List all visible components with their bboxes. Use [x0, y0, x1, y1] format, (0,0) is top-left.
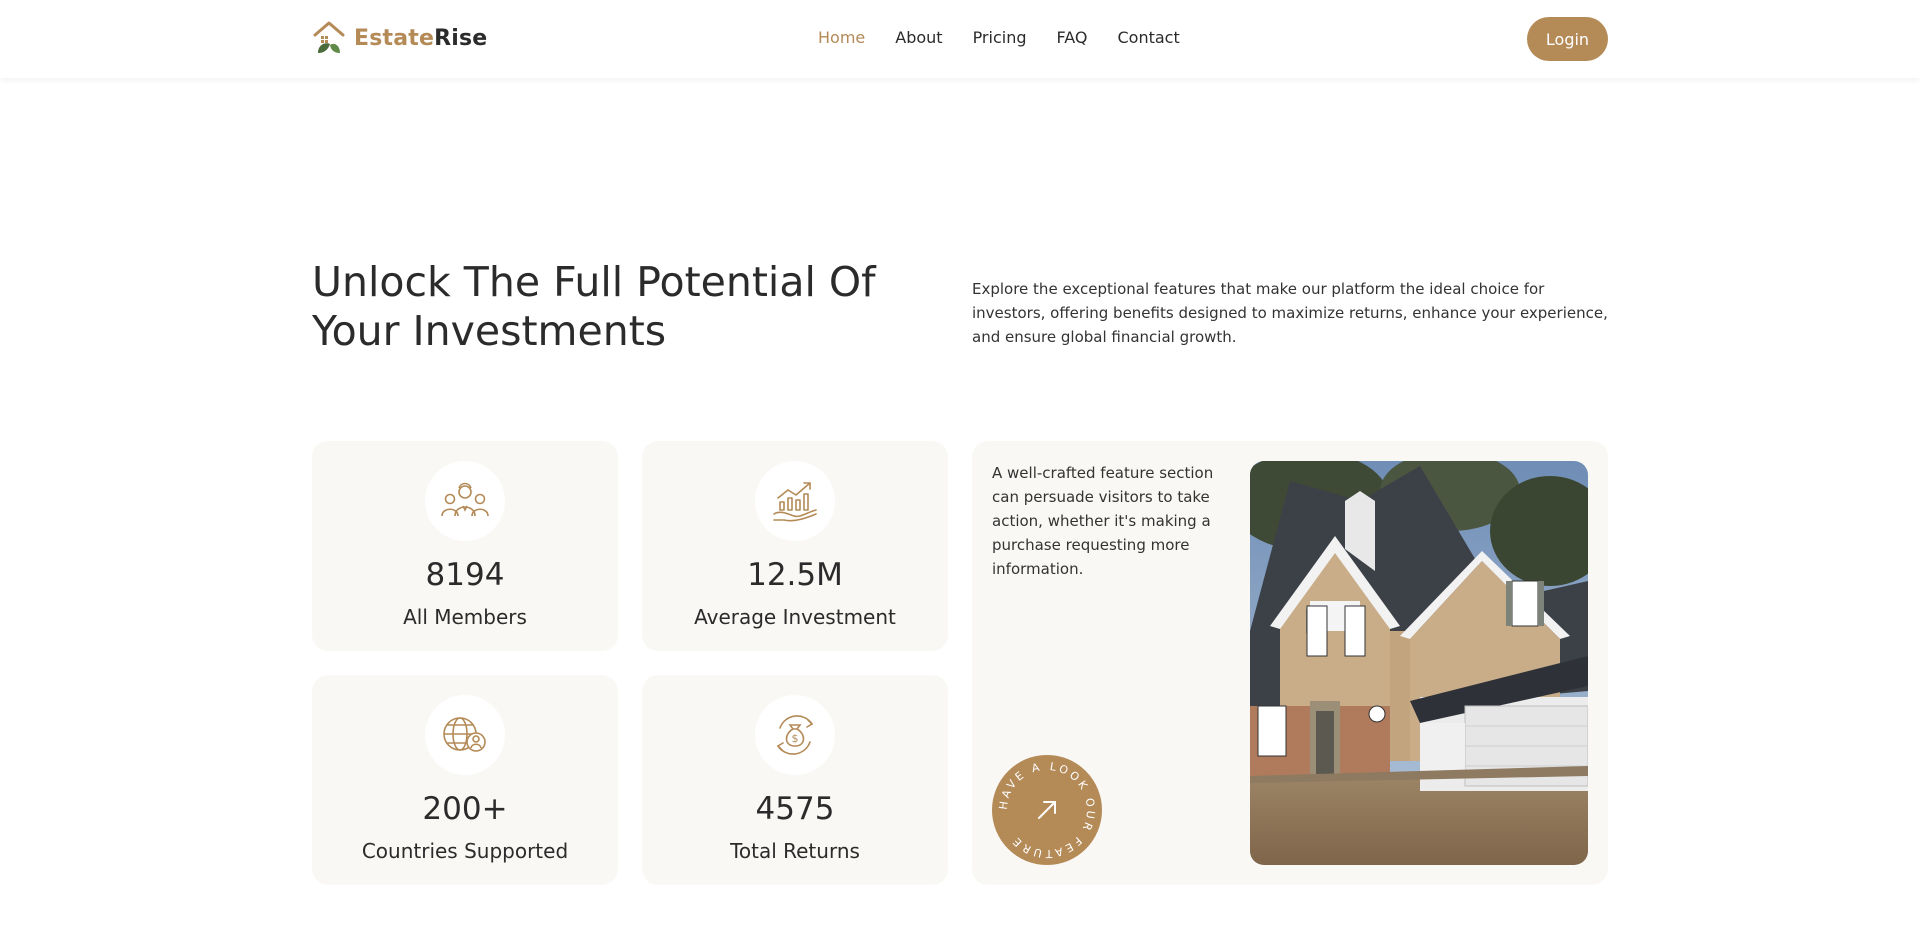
logo[interactable]: EstateRise	[312, 20, 487, 56]
feature-description: A well-crafted feature section can persu…	[992, 464, 1214, 578]
stat-label: Average Investment	[694, 605, 896, 629]
stat-card-returns: $ 4575 Total Returns	[642, 675, 948, 885]
stat-card-investment: 12.5M Average Investment	[642, 441, 948, 651]
stat-value: 4575	[755, 791, 835, 827]
hero-description: Explore the exceptional features that ma…	[972, 280, 1608, 346]
arrow-up-right-icon	[1038, 801, 1056, 819]
money-bag-icon: $	[776, 715, 814, 755]
stat-icon-circle: $	[755, 695, 835, 775]
brand-name: EstateRise	[354, 25, 488, 51]
hero-title: Unlock The Full Potential Of Your Invest…	[312, 258, 876, 355]
investment-growth-icon	[773, 482, 817, 522]
stat-card-countries: 200+ Countries Supported	[312, 675, 618, 885]
nav-contact[interactable]: Contact	[1118, 28, 1180, 47]
nav-pricing[interactable]: Pricing	[973, 28, 1027, 47]
nav-about[interactable]: About	[895, 28, 942, 47]
nav-home[interactable]: Home	[818, 28, 865, 47]
house-photo	[1250, 461, 1588, 865]
nav-faq[interactable]: FAQ	[1057, 28, 1088, 47]
feature-card: A well-crafted feature section can persu…	[972, 441, 1608, 885]
stat-icon-circle	[425, 461, 505, 541]
stat-label: Total Returns	[730, 839, 860, 863]
stat-value: 200+	[422, 791, 508, 827]
stat-label: All Members	[403, 605, 527, 629]
stat-value: 12.5M	[747, 557, 843, 593]
stat-value: 8194	[425, 557, 505, 593]
main-nav: Home About Pricing FAQ Contact	[818, 28, 1180, 47]
stat-card-members: 8194 All Members	[312, 441, 618, 651]
stat-icon-circle	[425, 695, 505, 775]
stat-icon-circle	[755, 461, 835, 541]
members-icon	[441, 482, 489, 517]
navbar: EstateRise Home About Pricing FAQ Contac…	[0, 0, 1920, 78]
stat-label: Countries Supported	[361, 839, 569, 863]
svg-text:$: $	[792, 732, 799, 745]
look-features-button[interactable]: HAVE A LOOK OUR FEATURE	[992, 755, 1102, 865]
circular-text-badge: HAVE A LOOK OUR FEATURE	[997, 760, 1095, 860]
globe-user-icon	[443, 717, 486, 752]
house-leaf-logo-icon	[313, 21, 345, 53]
login-button[interactable]: Login	[1527, 17, 1608, 61]
